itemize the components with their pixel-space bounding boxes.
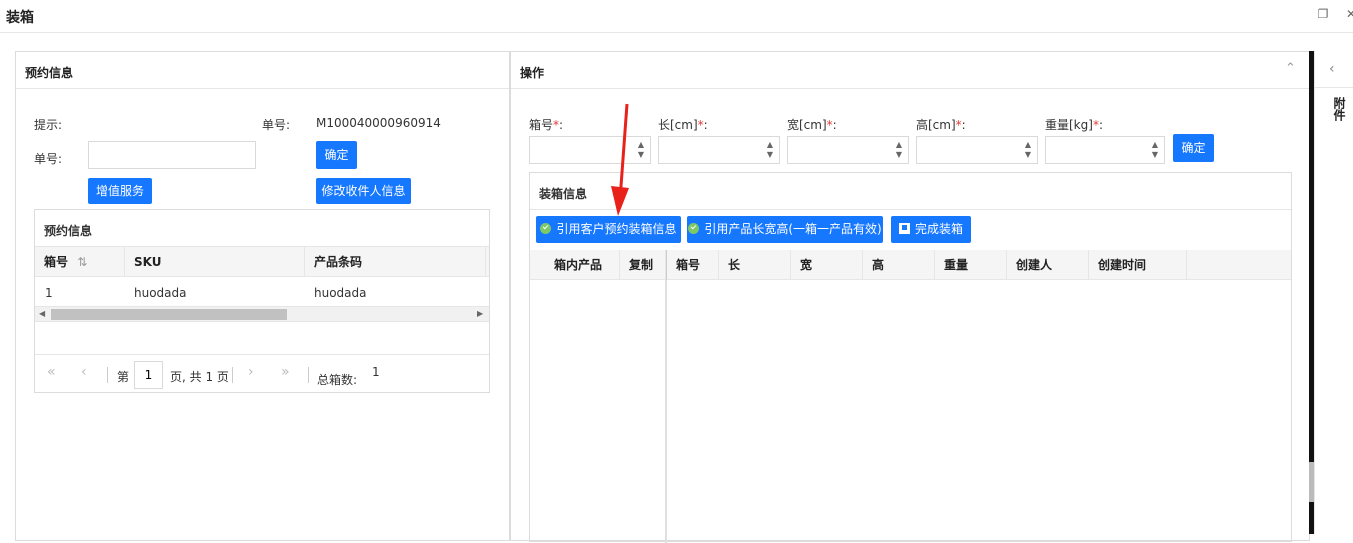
confirm-button[interactable]: 确定: [316, 141, 357, 169]
column-header-box-no[interactable]: 箱号 ⇅: [35, 247, 125, 277]
packing-info-box: 装箱信息 引用客户预约装箱信息 引用产品长宽高(一箱一产品有效) 完成装箱 箱内…: [529, 172, 1292, 543]
scroll-right-icon[interactable]: ▶: [477, 309, 483, 318]
grid-header-row: 箱号 ⇅ SKU 产品条码: [35, 247, 489, 277]
page-prefix: 第: [117, 370, 130, 384]
attachment-tab[interactable]: 附件: [1331, 97, 1348, 121]
confirm-dimensions-button[interactable]: 确定: [1173, 134, 1214, 162]
pager-divider: [107, 367, 108, 383]
window-title: 装箱: [6, 10, 34, 26]
first-page-icon[interactable]: «: [47, 364, 56, 380]
reservation-panel: 预约信息 提示: 单号: M100040000960914 单号: 确定 增值服…: [15, 51, 510, 541]
order-label-top: 单号:: [262, 118, 291, 132]
restore-icon[interactable]: ❐: [1316, 7, 1330, 21]
pager-divider: [308, 367, 309, 383]
column-header-barcode[interactable]: 产品条码: [305, 247, 486, 277]
packing-info-title: 装箱信息: [539, 187, 588, 201]
chevron-left-icon[interactable]: ‹: [1329, 61, 1335, 77]
stepper-arrows-icon[interactable]: ▲ ▼: [1150, 140, 1160, 160]
use-product-dimensions-button[interactable]: 引用产品长宽高(一箱一产品有效): [687, 216, 883, 243]
value-added-service-button[interactable]: 增值服务: [88, 178, 152, 204]
stepper-arrows-icon[interactable]: ▲ ▼: [1023, 140, 1033, 160]
column-header-length[interactable]: 长: [719, 250, 791, 280]
column-header-width[interactable]: 宽: [791, 250, 863, 280]
reservation-grid: 预约信息 箱号 ⇅ SKU 产品条码 1 huodada huodada ◀ ▶…: [34, 209, 490, 393]
attachment-side-panel: ‹ 附件: [1314, 51, 1353, 534]
side-divider: [1315, 87, 1353, 88]
total-boxes-value: 1: [372, 365, 380, 379]
reservation-panel-title: 预约信息: [25, 66, 74, 80]
save-icon: [898, 223, 910, 234]
length-stepper[interactable]: ▲ ▼: [658, 136, 780, 164]
finish-packing-button[interactable]: 完成装箱: [891, 216, 971, 243]
horizontal-scrollbar[interactable]: ◀ ▶: [35, 306, 489, 322]
cell-box-no: 1: [45, 286, 53, 300]
packing-grid-header: 箱内产品 复制 箱号 长 宽 高 重量 创建人 创建时间: [530, 250, 1291, 280]
chevron-up-icon[interactable]: ⌃: [1285, 61, 1296, 76]
next-page-icon[interactable]: ›: [248, 364, 254, 380]
pager: « ‹ 第 页, 共 1 页 › » 总箱数: 1: [35, 354, 489, 392]
order-label: 单号:: [34, 152, 63, 166]
sort-icon[interactable]: ⇅: [77, 255, 87, 269]
order-number-value: M100040000960914: [316, 116, 441, 130]
page-suffix: 页, 共 1 页: [170, 370, 229, 384]
check-circle-icon: [688, 223, 700, 234]
prev-page-icon[interactable]: ‹: [81, 364, 87, 380]
column-header-created-time[interactable]: 创建时间: [1089, 250, 1187, 280]
reservation-panel-header: 预约信息: [16, 52, 509, 89]
last-page-icon[interactable]: »: [281, 364, 290, 380]
column-header-height[interactable]: 高: [863, 250, 935, 280]
operation-panel-title: 操作: [520, 66, 545, 80]
width-stepper[interactable]: ▲ ▼: [787, 136, 909, 164]
height-stepper[interactable]: ▲ ▼: [916, 136, 1038, 164]
weight-label: 重量[kg]*:: [1045, 118, 1103, 132]
operation-panel-header: 操作 ⌃: [511, 52, 1309, 89]
hint-label: 提示:: [34, 118, 63, 132]
scrollbar-thumb[interactable]: [51, 309, 287, 320]
column-header-sku[interactable]: SKU: [125, 247, 305, 277]
pager-divider: [232, 367, 233, 383]
column-header-weight[interactable]: 重量: [935, 250, 1007, 280]
cell-barcode: huodada: [314, 286, 367, 300]
close-icon[interactable]: ✕: [1344, 7, 1353, 21]
total-boxes-label: 总箱数:: [317, 373, 358, 387]
page-number-input[interactable]: [134, 361, 163, 389]
column-header-products-in-box[interactable]: 箱内产品: [530, 250, 620, 280]
check-circle-icon: [540, 223, 552, 234]
use-reservation-packing-button[interactable]: 引用客户预约装箱信息: [536, 216, 681, 243]
box-no-label: 箱号*:: [529, 118, 564, 132]
grid-split-divider[interactable]: [665, 280, 667, 543]
window-titlebar: 装箱 ❐ ✕: [0, 0, 1353, 33]
grid-title-bar: 预约信息: [35, 210, 489, 247]
scroll-left-icon[interactable]: ◀: [39, 309, 45, 318]
stepper-arrows-icon[interactable]: ▲ ▼: [894, 140, 904, 160]
table-row[interactable]: 1 huodada huodada: [35, 278, 489, 306]
order-number-input[interactable]: [88, 141, 256, 169]
stepper-arrows-icon[interactable]: ▲ ▼: [765, 140, 775, 160]
column-header-creator[interactable]: 创建人: [1007, 250, 1089, 280]
annotation-arrow-icon: [611, 103, 629, 216]
weight-stepper[interactable]: ▲ ▼: [1045, 136, 1165, 164]
column-header-copy[interactable]: 复制: [620, 250, 666, 280]
modify-receiver-button[interactable]: 修改收件人信息: [316, 178, 411, 204]
column-header-box-no[interactable]: 箱号: [666, 250, 719, 280]
height-label: 高[cm]*:: [916, 118, 966, 132]
length-label: 长[cm]*:: [658, 118, 708, 132]
width-label: 宽[cm]*:: [787, 118, 837, 132]
cell-sku: huodada: [134, 286, 187, 300]
grid-title: 预约信息: [44, 224, 93, 238]
